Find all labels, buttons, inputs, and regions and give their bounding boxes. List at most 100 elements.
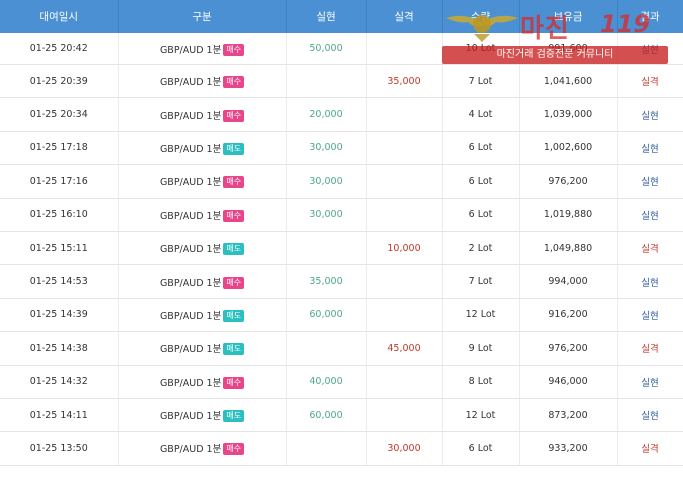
cell-loss: [366, 33, 443, 65]
cell-loss: 10,000: [366, 231, 443, 266]
table-row[interactable]: 01-25 14:39 GBP/AUD 1분 매도 60,000 12 Lot 916,2…: [0, 298, 683, 333]
cell-loss: [366, 164, 443, 199]
cell-result: 실현: [617, 164, 683, 199]
side-badge: 매도: [223, 309, 245, 322]
cell-category: GBP/AUD 1분 매도: [118, 398, 287, 433]
cell-win: 60,000: [286, 398, 367, 433]
cell-date: 01-25 17:18: [0, 131, 119, 166]
cell-result: 실현: [617, 365, 683, 399]
side-badge: 매도: [223, 243, 245, 256]
side-badge: 매도: [223, 410, 245, 423]
product-name: GBP/AUD 1분: [159, 44, 222, 56]
cell-win: 40,000: [286, 365, 367, 399]
product-name: GBP/AUD 1분: [159, 210, 222, 222]
cell-quantity: 7 Lot: [442, 264, 520, 299]
table-row[interactable]: 01-25 20:34 GBP/AUD 1분 매수 20,000 4 Lot 1,039,…: [0, 97, 683, 132]
cell-quantity: 6 Lot: [442, 131, 520, 166]
product-name: GBP/AUD 1분: [159, 310, 222, 322]
table-row[interactable]: 01-25 17:16 GBP/AUD 1분 매수 30,000 6 Lot 976,20…: [0, 164, 683, 199]
table-row[interactable]: 01-25 20:39 GBP/AUD 1분 매수 35,000 7 Lot 1,041,…: [0, 64, 683, 99]
cell-quantity: 8 Lot: [442, 365, 520, 399]
cell-result: 실격: [617, 64, 683, 99]
cell-date: 01-25 14:38: [0, 331, 119, 366]
cell-loss: [366, 264, 443, 299]
table-row[interactable]: 01-25 20:42 GBP/AUD 1분 매수 50,000 10 Lot 991,6…: [0, 33, 683, 65]
table-header-row: 대여일시 구분 실현 실격 수량 보유금 결과: [0, 0, 683, 33]
cell-quantity: 2 Lot: [442, 231, 520, 266]
cell-date: 01-25 14:11: [0, 398, 119, 433]
product-name: GBP/AUD 1분: [159, 143, 222, 155]
trade-history-table: 대여일시 구분 실현 실격 수량 보유금 결과 01-25 20:42 GBP/A…: [0, 0, 683, 466]
cell-balance: 916,200: [519, 298, 618, 333]
cell-date: 01-25 14:39: [0, 298, 119, 333]
table-row[interactable]: 01-25 17:18 GBP/AUD 1분 매도 30,000 6 Lot 1,002,…: [0, 131, 683, 166]
cell-quantity: 6 Lot: [442, 431, 520, 466]
cell-category: GBP/AUD 1분 매수: [118, 164, 287, 199]
header-loss[interactable]: 실격: [366, 0, 443, 33]
cell-balance: 1,019,880: [519, 198, 618, 232]
cell-quantity: 9 Lot: [442, 331, 520, 366]
header-quantity[interactable]: 수량: [442, 0, 520, 33]
cell-category: GBP/AUD 1분 매도: [118, 331, 287, 366]
cell-quantity: 12 Lot: [442, 298, 520, 333]
product-name: GBP/AUD 1분: [159, 444, 222, 456]
header-category[interactable]: 구분: [118, 0, 287, 33]
table-row[interactable]: 01-25 15:11 GBP/AUD 1분 매도 10,000 2 Lot 1,049,…: [0, 231, 683, 266]
product-name: GBP/AUD 1분: [159, 244, 222, 256]
side-badge: 매수: [223, 176, 245, 189]
cell-result: 실현: [617, 198, 683, 232]
cell-balance: 873,200: [519, 398, 618, 433]
cell-win: 50,000: [286, 33, 367, 65]
table-row[interactable]: 01-25 13:50 GBP/AUD 1분 매수 30,000 6 Lot 933,20…: [0, 431, 683, 466]
cell-result: 실현: [617, 298, 683, 333]
product-name: GBP/AUD 1분: [159, 177, 222, 189]
cell-loss: [366, 398, 443, 433]
cell-win: 60,000: [286, 298, 367, 333]
cell-quantity: 12 Lot: [442, 398, 520, 433]
cell-category: GBP/AUD 1분 매수: [118, 264, 287, 299]
table-row[interactable]: 01-25 14:32 GBP/AUD 1분 매수 40,000 8 Lot 946,00…: [0, 365, 683, 399]
cell-result: 실격: [617, 231, 683, 266]
cell-balance: 976,200: [519, 331, 618, 366]
header-result[interactable]: 결과: [617, 0, 683, 33]
cell-category: GBP/AUD 1분 매수: [118, 64, 287, 99]
table-row[interactable]: 01-25 14:11 GBP/AUD 1분 매도 60,000 12 Lot 873,2…: [0, 398, 683, 433]
cell-date: 01-25 13:50: [0, 431, 119, 466]
header-balance[interactable]: 보유금: [519, 0, 618, 33]
cell-category: GBP/AUD 1분 매도: [118, 131, 287, 166]
cell-loss: [366, 198, 443, 232]
table-row[interactable]: 01-25 16:10 GBP/AUD 1분 매수 30,000 6 Lot 1,019,…: [0, 198, 683, 232]
cell-loss: 45,000: [366, 331, 443, 366]
table-row[interactable]: 01-25 14:38 GBP/AUD 1분 매도 45,000 9 Lot 976,20…: [0, 331, 683, 366]
side-badge: 매수: [223, 209, 245, 222]
cell-loss: [366, 97, 443, 132]
product-name: GBP/AUD 1분: [159, 344, 222, 356]
cell-result: 실격: [617, 431, 683, 466]
cell-win: 20,000: [286, 97, 367, 132]
cell-result: 실현: [617, 33, 683, 65]
cell-result: 실현: [617, 97, 683, 132]
product-name: GBP/AUD 1분: [159, 110, 222, 122]
header-win[interactable]: 실현: [286, 0, 367, 33]
cell-category: GBP/AUD 1분 매수: [118, 431, 287, 466]
side-badge: 매수: [223, 376, 245, 389]
cell-win: [286, 431, 367, 466]
cell-balance: 946,000: [519, 365, 618, 399]
cell-balance: 1,002,600: [519, 131, 618, 166]
cell-result: 실현: [617, 131, 683, 166]
side-badge: 매도: [223, 142, 245, 155]
cell-loss: [366, 365, 443, 399]
cell-quantity: 10 Lot: [442, 33, 520, 65]
cell-balance: 991,600: [519, 33, 618, 65]
cell-win: [286, 64, 367, 99]
side-badge: 매수: [223, 109, 245, 122]
cell-category: GBP/AUD 1분 매수: [118, 97, 287, 132]
table-row[interactable]: 01-25 14:53 GBP/AUD 1분 매수 35,000 7 Lot 994,00…: [0, 264, 683, 299]
cell-date: 01-25 20:34: [0, 97, 119, 132]
cell-result: 실현: [617, 398, 683, 433]
side-badge: 매도: [223, 343, 245, 356]
header-date[interactable]: 대여일시: [0, 0, 119, 33]
product-name: GBP/AUD 1분: [159, 277, 222, 289]
cell-category: GBP/AUD 1분 매수: [118, 33, 287, 65]
cell-date: 01-25 15:11: [0, 231, 119, 266]
